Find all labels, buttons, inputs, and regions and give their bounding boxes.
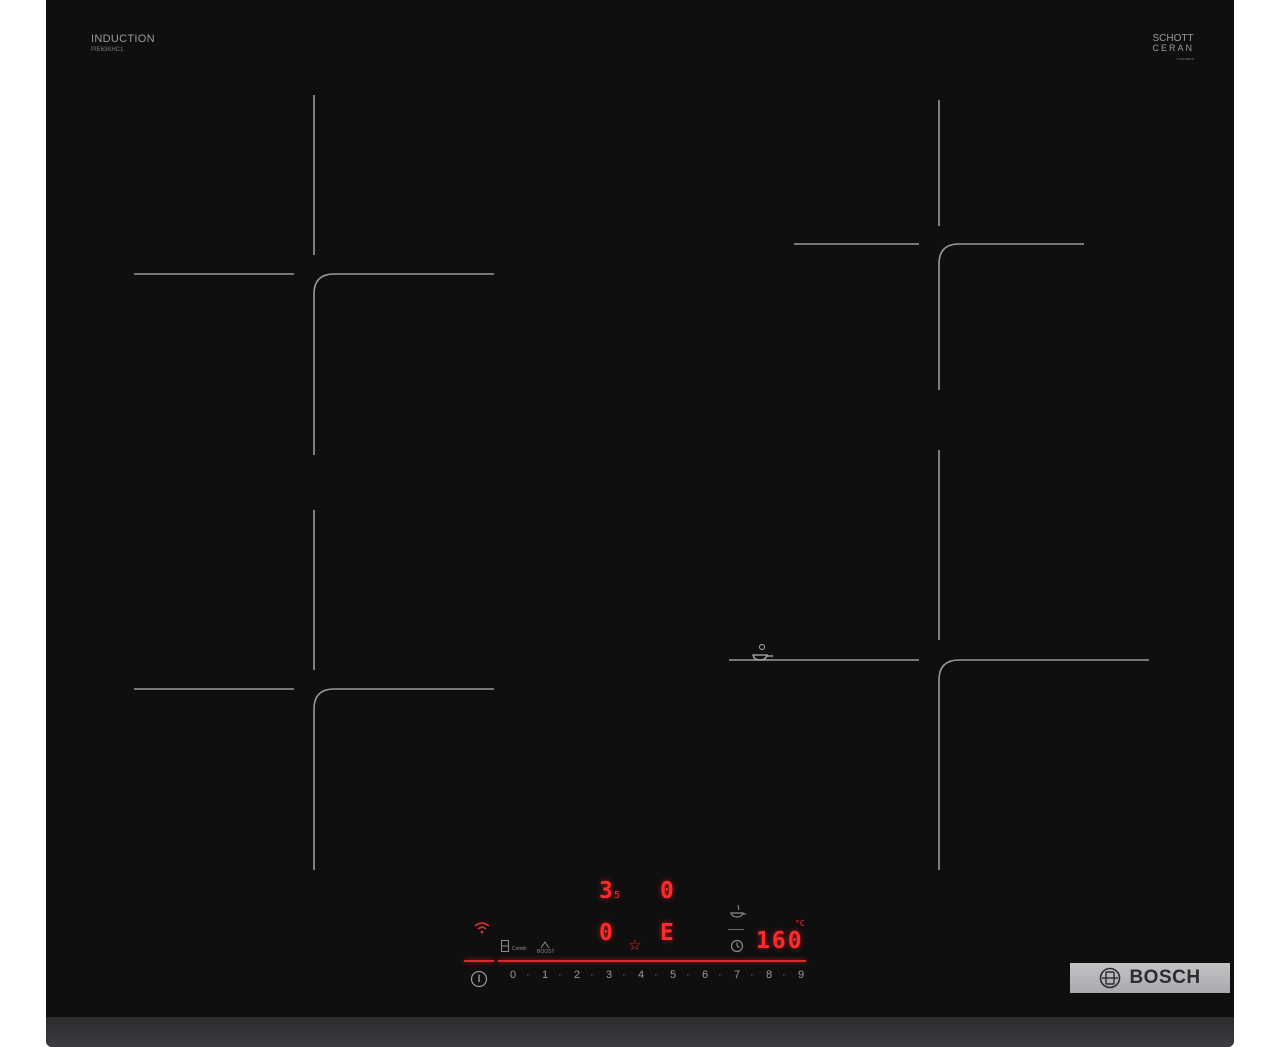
bosch-logo-icon xyxy=(1100,967,1121,989)
hob-frame-edge xyxy=(46,1017,1234,1047)
power-indicator-line xyxy=(464,960,494,962)
power-display-sub: 5 xyxy=(614,890,621,901)
bosch-brand-name: BOSCH xyxy=(1129,967,1201,988)
power-level-5[interactable]: 5 xyxy=(670,969,676,981)
control-panel: Combi BOOST 3 5 0 0 E ☆ °C 160 0 · 1 · 2… xyxy=(46,0,1234,1047)
power-display-front-right: 0 xyxy=(660,878,674,904)
power-level-7[interactable]: 7 xyxy=(734,969,740,981)
power-level-0[interactable]: 0 xyxy=(510,969,516,981)
temp-unit: °C xyxy=(795,919,805,928)
power-level-3[interactable]: 3 xyxy=(606,969,612,981)
boost-icon[interactable] xyxy=(540,941,550,949)
power-level-4[interactable]: 4 xyxy=(638,969,644,981)
power-level-8[interactable]: 8 xyxy=(766,969,772,981)
bosch-nameplate: BOSCH xyxy=(1070,963,1230,993)
combi-label: Combi xyxy=(512,946,527,952)
power-display-rear-left: 0 xyxy=(599,920,613,946)
induction-hob: INDUCTION PIE63KHC1 SCHOTT CERAN innovat… xyxy=(46,0,1234,1047)
timer-icon[interactable] xyxy=(730,939,744,953)
wifi-icon[interactable] xyxy=(474,922,490,934)
power-level-9[interactable]: 9 xyxy=(798,969,804,981)
favorite-star-icon[interactable]: ☆ xyxy=(628,936,641,954)
sensor-divider xyxy=(728,929,744,930)
power-slider-track[interactable] xyxy=(498,960,806,962)
power-level-1[interactable]: 1 xyxy=(542,969,548,981)
power-level-6[interactable]: 6 xyxy=(702,969,708,981)
boost-label: BOOST xyxy=(537,949,555,955)
power-level-2[interactable]: 2 xyxy=(574,969,580,981)
power-level-slider[interactable]: 0 · 1 · 2 · 3 · 4 · 5 · 6 · 7 · 8 · 9 xyxy=(506,969,806,987)
frying-sensor-icon[interactable] xyxy=(729,903,747,919)
combi-zone-icon[interactable] xyxy=(501,940,509,952)
power-icon[interactable] xyxy=(470,970,488,988)
power-display-rear-right: E xyxy=(660,920,674,946)
temperature-display: 160 xyxy=(756,928,804,954)
power-display-front-left: 3 xyxy=(599,878,613,904)
